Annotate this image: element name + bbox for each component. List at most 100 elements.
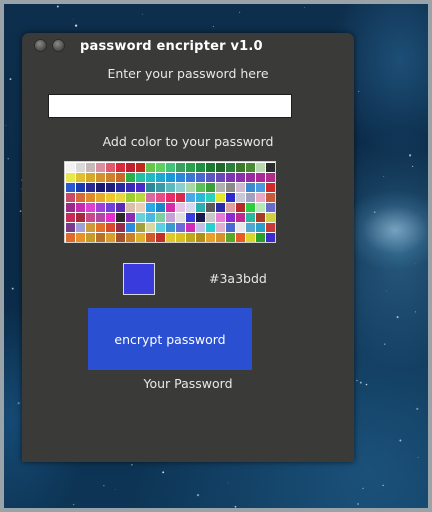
palette-swatch[interactable] — [236, 193, 245, 202]
palette-swatch[interactable] — [76, 233, 85, 242]
palette-swatch[interactable] — [66, 223, 75, 232]
palette-swatch[interactable] — [216, 173, 225, 182]
palette-swatch[interactable] — [206, 173, 215, 182]
palette-swatch[interactable] — [196, 183, 205, 192]
palette-swatch[interactable] — [106, 173, 115, 182]
palette-swatch[interactable] — [216, 233, 225, 242]
palette-swatch[interactable] — [126, 193, 135, 202]
palette-swatch[interactable] — [106, 193, 115, 202]
palette-swatch[interactable] — [96, 223, 105, 232]
palette-swatch[interactable] — [266, 173, 275, 182]
palette-swatch[interactable] — [136, 233, 145, 242]
palette-swatch[interactable] — [126, 183, 135, 192]
palette-swatch[interactable] — [76, 193, 85, 202]
palette-swatch[interactable] — [226, 173, 235, 182]
palette-swatch[interactable] — [186, 173, 195, 182]
palette-swatch[interactable] — [146, 203, 155, 212]
palette-swatch[interactable] — [196, 163, 205, 172]
palette-swatch[interactable] — [76, 203, 85, 212]
palette-swatch[interactable] — [156, 203, 165, 212]
palette-swatch[interactable] — [226, 213, 235, 222]
palette-swatch[interactable] — [66, 213, 75, 222]
palette-swatch[interactable] — [76, 173, 85, 182]
palette-swatch[interactable] — [166, 163, 175, 172]
palette-swatch[interactable] — [186, 193, 195, 202]
palette-swatch[interactable] — [96, 203, 105, 212]
palette-swatch[interactable] — [146, 213, 155, 222]
palette-swatch[interactable] — [256, 203, 265, 212]
palette-swatch[interactable] — [206, 183, 215, 192]
palette-swatch[interactable] — [66, 173, 75, 182]
palette-swatch[interactable] — [86, 213, 95, 222]
encrypt-password-button[interactable]: encrypt password — [88, 308, 252, 370]
palette-swatch[interactable] — [106, 183, 115, 192]
palette-swatch[interactable] — [116, 213, 125, 222]
palette-swatch[interactable] — [136, 173, 145, 182]
palette-swatch[interactable] — [136, 193, 145, 202]
palette-swatch[interactable] — [176, 203, 185, 212]
palette-swatch[interactable] — [126, 233, 135, 242]
palette-swatch[interactable] — [66, 233, 75, 242]
palette-swatch[interactable] — [156, 183, 165, 192]
minimize-button[interactable] — [52, 39, 65, 52]
palette-swatch[interactable] — [236, 183, 245, 192]
palette-swatch[interactable] — [86, 203, 95, 212]
palette-swatch[interactable] — [266, 183, 275, 192]
palette-swatch[interactable] — [186, 213, 195, 222]
palette-swatch[interactable] — [176, 233, 185, 242]
palette-swatch[interactable] — [216, 193, 225, 202]
palette-swatch[interactable] — [176, 183, 185, 192]
palette-swatch[interactable] — [106, 203, 115, 212]
palette-swatch[interactable] — [206, 203, 215, 212]
palette-swatch[interactable] — [206, 193, 215, 202]
palette-swatch[interactable] — [156, 173, 165, 182]
palette-swatch[interactable] — [86, 233, 95, 242]
palette-swatch[interactable] — [86, 173, 95, 182]
palette-swatch[interactable] — [226, 223, 235, 232]
palette-swatch[interactable] — [66, 163, 75, 172]
palette-swatch[interactable] — [256, 233, 265, 242]
palette-swatch[interactable] — [156, 193, 165, 202]
palette-swatch[interactable] — [196, 193, 205, 202]
palette-swatch[interactable] — [116, 223, 125, 232]
palette-swatch[interactable] — [216, 163, 225, 172]
palette-swatch[interactable] — [256, 193, 265, 202]
palette-swatch[interactable] — [206, 213, 215, 222]
palette-swatch[interactable] — [96, 183, 105, 192]
palette-swatch[interactable] — [176, 223, 185, 232]
palette-swatch[interactable] — [266, 193, 275, 202]
palette-swatch[interactable] — [66, 183, 75, 192]
palette-swatch[interactable] — [256, 163, 265, 172]
palette-swatch[interactable] — [226, 233, 235, 242]
palette-swatch[interactable] — [246, 173, 255, 182]
palette-swatch[interactable] — [176, 193, 185, 202]
palette-swatch[interactable] — [246, 233, 255, 242]
palette-swatch[interactable] — [146, 193, 155, 202]
palette-swatch[interactable] — [96, 163, 105, 172]
palette-swatch[interactable] — [126, 223, 135, 232]
palette-swatch[interactable] — [176, 173, 185, 182]
palette-swatch[interactable] — [106, 223, 115, 232]
palette-swatch[interactable] — [186, 163, 195, 172]
palette-swatch[interactable] — [96, 233, 105, 242]
palette-swatch[interactable] — [166, 213, 175, 222]
palette-swatch[interactable] — [226, 193, 235, 202]
palette-swatch[interactable] — [196, 213, 205, 222]
close-button[interactable] — [34, 39, 47, 52]
palette-swatch[interactable] — [196, 233, 205, 242]
palette-swatch[interactable] — [256, 213, 265, 222]
palette-swatch[interactable] — [136, 183, 145, 192]
palette-swatch[interactable] — [136, 203, 145, 212]
palette-swatch[interactable] — [186, 233, 195, 242]
palette-swatch[interactable] — [246, 163, 255, 172]
palette-swatch[interactable] — [196, 203, 205, 212]
palette-swatch[interactable] — [146, 233, 155, 242]
palette-swatch[interactable] — [216, 223, 225, 232]
palette-swatch[interactable] — [246, 213, 255, 222]
palette-swatch[interactable] — [236, 173, 245, 182]
palette-swatch[interactable] — [186, 223, 195, 232]
palette-swatch[interactable] — [266, 213, 275, 222]
palette-swatch[interactable] — [206, 163, 215, 172]
palette-swatch[interactable] — [76, 163, 85, 172]
palette-swatch[interactable] — [146, 163, 155, 172]
